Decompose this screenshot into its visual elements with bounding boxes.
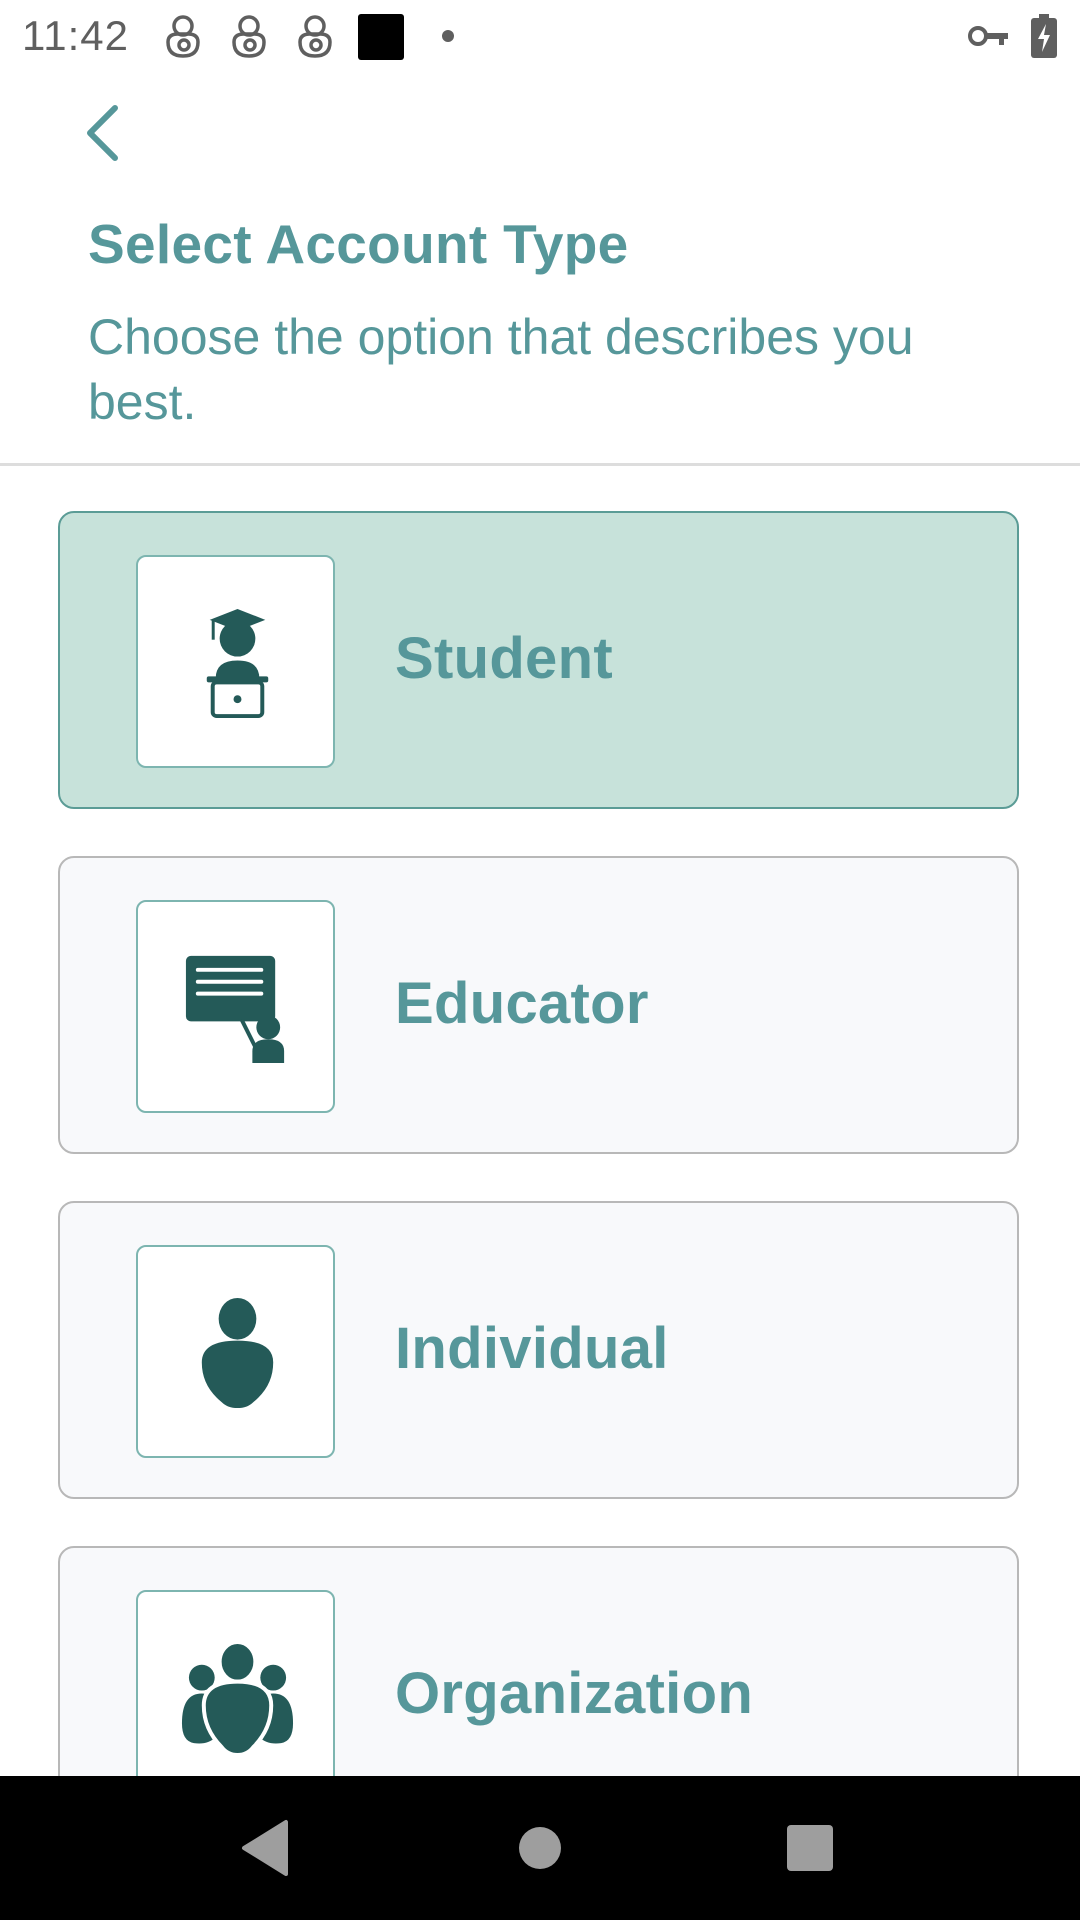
recents-square-icon (787, 1825, 833, 1871)
system-nav-bar (0, 1776, 1080, 1920)
student-graduate-laptop-icon (206, 608, 269, 719)
back-button[interactable] (68, 96, 140, 168)
status-bar: 11:42 (0, 0, 1080, 72)
battery-charging-icon (1031, 14, 1057, 58)
black-square-icon (358, 14, 404, 60)
status-time: 11:42 (22, 12, 129, 59)
account-type-screen: 11:42 Select Account Type Choose the opt… (0, 0, 1080, 1920)
home-circle-icon (519, 1827, 561, 1869)
page-subtitle: Choose the option that describes you bes… (88, 309, 914, 430)
teacher-board-icon (185, 955, 285, 1064)
option-educator[interactable]: Educator (58, 856, 1019, 1154)
back-triangle-icon (242, 1820, 288, 1876)
person-icon (201, 1297, 274, 1409)
option-icon-box (136, 555, 335, 768)
option-label: Organization (395, 1661, 754, 1726)
nav-back-button[interactable] (196, 1776, 336, 1920)
option-organization[interactable]: Organization (58, 1546, 1019, 1776)
page-title: Select Account Type (88, 213, 629, 275)
option-label: Educator (395, 971, 649, 1036)
option-label: Student (395, 626, 613, 691)
option-icon-box (136, 900, 335, 1113)
option-label: Individual (395, 1316, 669, 1381)
chevron-left-icon (87, 105, 118, 161)
notification-app-icon (232, 15, 266, 58)
dot-icon (442, 30, 454, 42)
group-icon (181, 1639, 294, 1757)
notification-app-icon (166, 15, 200, 58)
option-icon-box (136, 1590, 335, 1776)
nav-recents-button[interactable] (740, 1776, 880, 1920)
vpn-key-icon (968, 26, 1008, 46)
nav-home-button[interactable] (470, 1776, 610, 1920)
notification-app-icon (298, 15, 332, 58)
option-individual[interactable]: Individual (58, 1201, 1019, 1499)
account-type-list[interactable]: Student Educator Individual Organization (0, 466, 1080, 1776)
option-icon-box (136, 1245, 335, 1458)
option-student[interactable]: Student (58, 511, 1019, 809)
